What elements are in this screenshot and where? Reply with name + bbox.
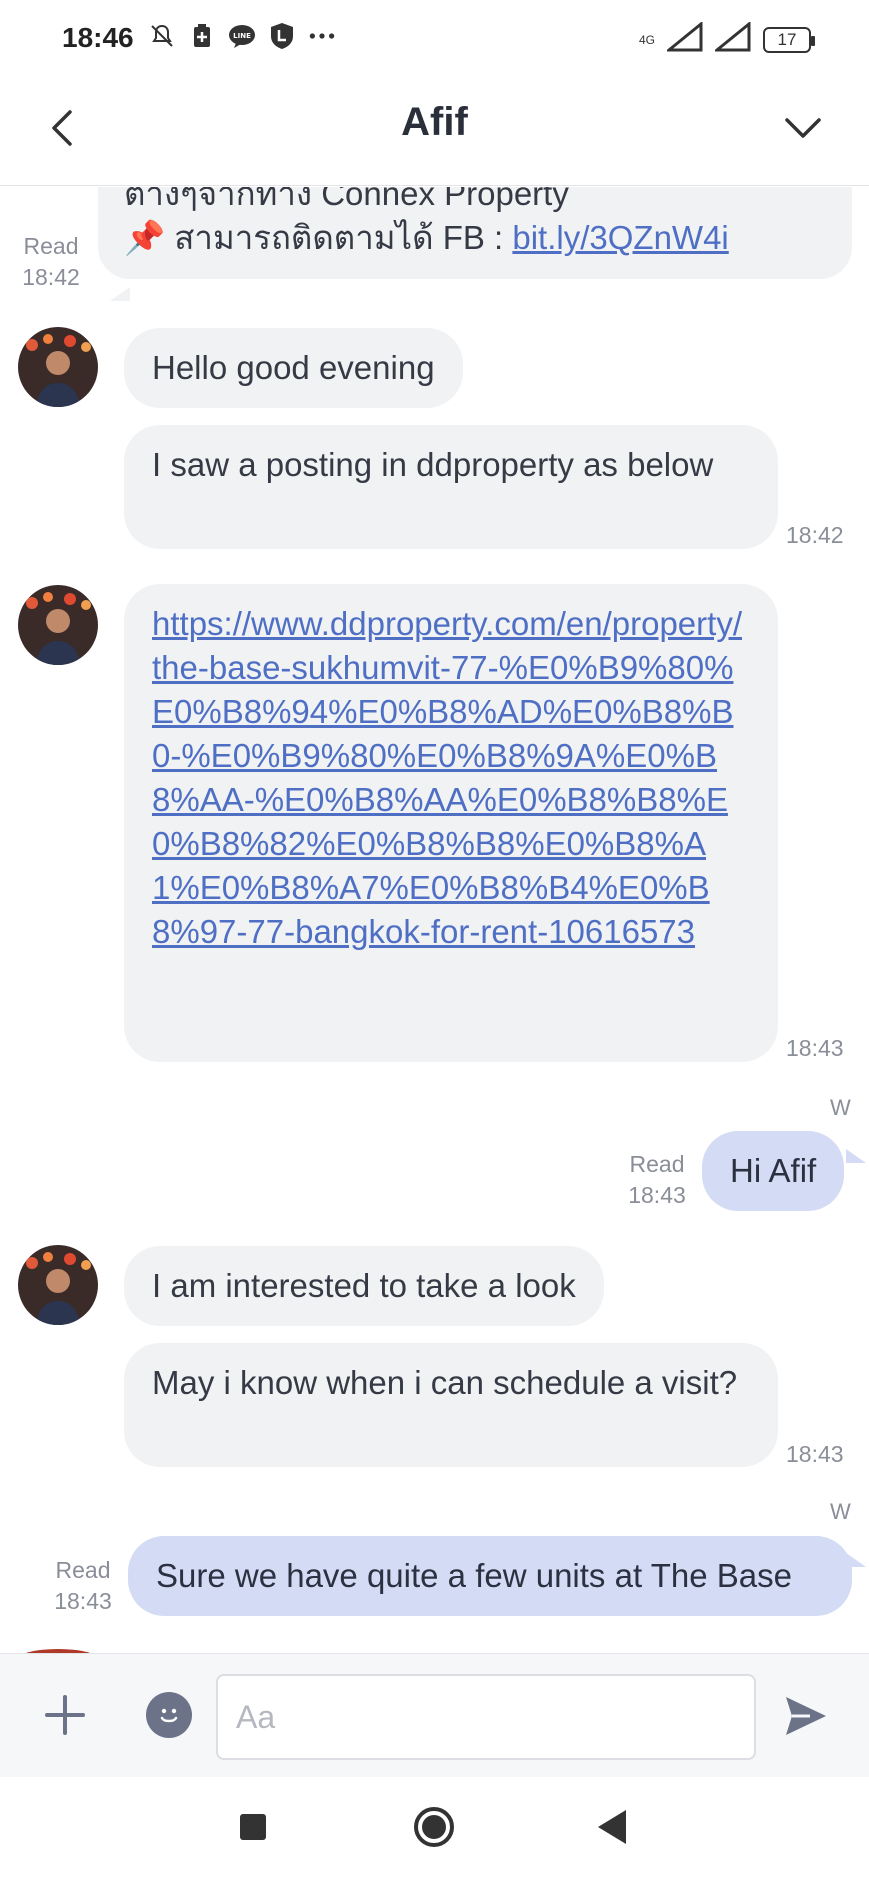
message-composer bbox=[0, 1653, 869, 1777]
bubble-tail bbox=[846, 1149, 866, 1163]
read-status: Read bbox=[23, 233, 79, 259]
message-time: 18:42 bbox=[786, 522, 844, 548]
message-text: Sure we have quite a few units at The Ba… bbox=[156, 1557, 792, 1594]
avatar[interactable] bbox=[18, 1245, 98, 1325]
sender-mark: W bbox=[830, 1095, 851, 1120]
chat-title: Afif bbox=[401, 100, 468, 144]
system-back-button[interactable] bbox=[598, 1810, 626, 1844]
message-bubble: ต่างๆจากทาง Connex Property 📌 สามารถติดต… bbox=[98, 187, 852, 279]
message-meta: Read 18:43 bbox=[620, 1149, 694, 1211]
notification-icons: LINE bbox=[148, 22, 336, 50]
system-status: 4G 17 bbox=[638, 20, 815, 57]
message-input[interactable] bbox=[216, 1674, 756, 1760]
message-bubble-outgoing: Hi Afif bbox=[702, 1131, 845, 1211]
recents-button[interactable] bbox=[240, 1814, 266, 1840]
send-icon bbox=[786, 1697, 826, 1735]
expand-menu-button[interactable] bbox=[775, 104, 831, 152]
status-bar: 18:46 LINE 4G 17 bbox=[0, 0, 869, 78]
send-button[interactable] bbox=[779, 1690, 833, 1742]
message-time: 18:43 bbox=[786, 1035, 844, 1061]
message-text: สามารถติดตามได้ FB : bbox=[174, 219, 513, 256]
bubble-tail bbox=[846, 1553, 866, 1567]
home-button[interactable] bbox=[414, 1807, 454, 1847]
signal-icon-2 bbox=[712, 20, 751, 57]
emoji-icon bbox=[160, 1708, 178, 1723]
avatar[interactable] bbox=[18, 327, 98, 407]
emoji-button[interactable] bbox=[146, 1692, 192, 1738]
message-text: I am interested to take a look bbox=[152, 1267, 576, 1304]
read-status: Read bbox=[55, 1557, 111, 1583]
read-status: Read bbox=[629, 1151, 685, 1177]
message-time: 18:42 bbox=[22, 264, 80, 290]
chevron-down-icon bbox=[785, 118, 821, 138]
battery-icon: 17 bbox=[763, 26, 815, 53]
message-bubble: Hello good evening bbox=[124, 328, 463, 408]
message-meta: Read 18:43 bbox=[46, 1555, 120, 1617]
message-text: ต่างๆจากทาง Connex Property bbox=[124, 187, 569, 212]
network-type: 4G bbox=[638, 32, 655, 47]
message-bubble: I am interested to take a look bbox=[124, 1246, 604, 1326]
message-text: I saw a posting in ddproperty as below bbox=[152, 446, 714, 483]
battery-level: 17 bbox=[777, 29, 797, 49]
message-meta: Read 18:42 bbox=[14, 231, 88, 293]
avatar-image bbox=[18, 327, 98, 407]
message-time: 18:43 bbox=[54, 1588, 112, 1614]
avatar[interactable] bbox=[18, 585, 98, 665]
message-bubble: https://www.ddproperty.com/en/property/t… bbox=[124, 584, 778, 1062]
message-link[interactable]: https://www.ddproperty.com/en/property/t… bbox=[152, 605, 742, 950]
message-text: Hi Afif bbox=[730, 1152, 817, 1189]
bubble-tail bbox=[110, 287, 130, 301]
message-text: May i know when i can schedule a visit? bbox=[152, 1364, 738, 1401]
more-dots-icon bbox=[308, 22, 336, 50]
signal-icon bbox=[664, 20, 703, 57]
message-bubble: May i know when i can schedule a visit? bbox=[124, 1343, 778, 1467]
message-time: 18:43 bbox=[786, 1441, 844, 1467]
message-link[interactable]: bit.ly/3QZnW4i bbox=[512, 219, 728, 256]
line-icon: LINE bbox=[228, 22, 256, 50]
message-line: 📌 สามารถติดตามได้ FB : bit.ly/3QZnW4i bbox=[124, 216, 826, 260]
message-bubble: I saw a posting in ddproperty as below bbox=[124, 425, 778, 549]
message-bubble-outgoing: Sure we have quite a few units at The Ba… bbox=[128, 1536, 852, 1616]
message-time: 18:43 bbox=[628, 1182, 686, 1208]
status-time: 18:46 bbox=[62, 22, 134, 53]
plus-icon bbox=[45, 1695, 85, 1735]
system-nav-bar bbox=[0, 1777, 869, 1883]
shield-icon bbox=[268, 22, 296, 50]
pin-emoji: 📌 bbox=[124, 219, 166, 256]
sender-mark: W bbox=[830, 1499, 851, 1524]
chat-header: Afif bbox=[0, 78, 869, 186]
battery-saver-icon bbox=[188, 22, 216, 50]
svg-text:LINE: LINE bbox=[233, 32, 251, 40]
do-not-disturb-icon bbox=[148, 22, 176, 50]
add-attachment-button[interactable] bbox=[40, 1690, 90, 1740]
message-text: Hello good evening bbox=[152, 349, 435, 386]
avatar-image bbox=[18, 1245, 98, 1325]
avatar-image bbox=[18, 585, 98, 665]
message-list[interactable]: Read 18:42 ต่างๆจากทาง Connex Property 📌… bbox=[0, 187, 869, 1653]
